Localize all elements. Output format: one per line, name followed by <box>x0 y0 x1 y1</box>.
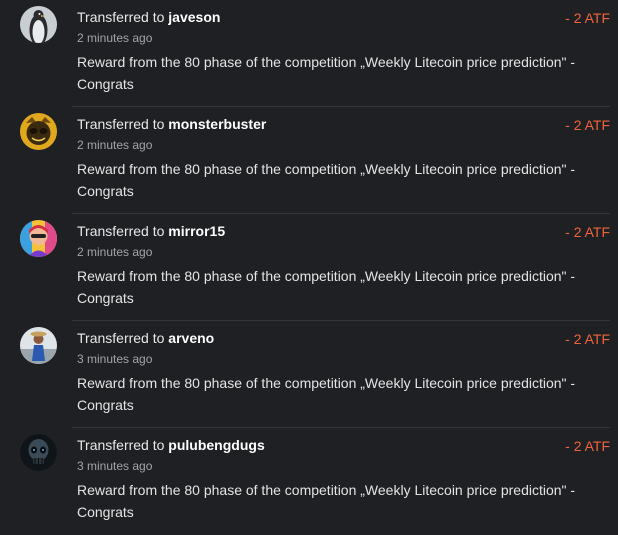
transfer-memo: Reward from the 80 phase of the competit… <box>77 375 576 413</box>
skull-avatar[interactable] <box>20 434 57 471</box>
recipient-username[interactable]: javeson <box>168 9 220 25</box>
transfer-title: Transferred to arveno <box>77 329 214 347</box>
transfer-amount: - 2 ATF <box>565 331 610 347</box>
transfer-item: Transferred to arveno 3 minutes ago Rewa… <box>0 321 618 428</box>
transfer-title: Transferred to pulubengdugs <box>77 436 265 454</box>
transfer-feed: Transferred to javeson 2 minutes ago Rew… <box>0 0 618 535</box>
transfer-item: Transferred to mirror15 2 minutes ago Re… <box>0 214 618 321</box>
transfer-item: Transferred to monsterbuster 2 minutes a… <box>0 107 618 214</box>
transfer-prefix: Transferred to <box>77 437 169 453</box>
colorful-portrait-avatar[interactable] <box>20 220 57 257</box>
transfer-prefix: Transferred to <box>77 223 169 239</box>
transfer-time: 3 minutes ago <box>77 352 153 366</box>
person-avatar[interactable] <box>20 327 57 364</box>
transfer-item: Transferred to javeson 2 minutes ago Rew… <box>0 0 618 107</box>
transfer-time: 2 minutes ago <box>77 138 153 152</box>
transfer-item: Transferred to pulubengdugs 3 minutes ag… <box>0 428 618 535</box>
recipient-username[interactable]: arveno <box>168 330 214 346</box>
transfer-prefix: Transferred to <box>77 116 169 132</box>
transfer-memo: Reward from the 80 phase of the competit… <box>77 54 576 92</box>
recipient-username[interactable]: monsterbuster <box>168 116 266 132</box>
transfer-title: Transferred to monsterbuster <box>77 115 266 133</box>
monster-avatar[interactable] <box>20 113 57 150</box>
recipient-username[interactable]: mirror15 <box>168 223 225 239</box>
transfer-amount: - 2 ATF <box>565 224 610 240</box>
transfer-amount: - 2 ATF <box>565 117 610 133</box>
recipient-username[interactable]: pulubengdugs <box>168 437 264 453</box>
transfer-memo: Reward from the 80 phase of the competit… <box>77 161 576 199</box>
transfer-title: Transferred to mirror15 <box>77 222 225 240</box>
transfer-prefix: Transferred to <box>77 330 169 346</box>
transfer-amount: - 2 ATF <box>565 10 610 26</box>
transfer-title: Transferred to javeson <box>77 8 220 26</box>
transfer-memo: Reward from the 80 phase of the competit… <box>77 268 576 306</box>
penguin-avatar[interactable] <box>20 6 57 43</box>
transfer-amount: - 2 ATF <box>565 438 610 454</box>
transfer-time: 3 minutes ago <box>77 459 153 473</box>
transfer-memo: Reward from the 80 phase of the competit… <box>77 482 576 520</box>
transfer-prefix: Transferred to <box>77 9 169 25</box>
transfer-time: 2 minutes ago <box>77 31 153 45</box>
transfer-time: 2 minutes ago <box>77 245 153 259</box>
